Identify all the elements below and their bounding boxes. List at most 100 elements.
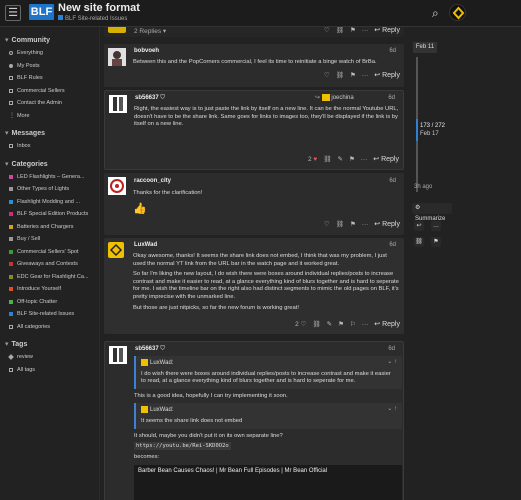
quote-text: I do wish there were boxes around indivi…	[141, 370, 391, 385]
flag-icon[interactable]: ⚑	[338, 320, 344, 328]
link-icon[interactable]: ⛓	[336, 27, 344, 34]
sidebar-all-tags[interactable]: All tags	[0, 364, 99, 377]
heart-icon[interactable]: ♡	[324, 27, 330, 34]
link-icon[interactable]: ⛓	[336, 71, 344, 79]
bookmark-icon[interactable]: ⚐	[350, 320, 356, 328]
user-avatar[interactable]	[108, 48, 126, 66]
post-actions: ♡ ⛓ ⚑ ··· ↩ Reply	[324, 27, 400, 34]
reply-button[interactable]: ↩ Reply	[374, 220, 400, 228]
video-title[interactable]: Barber Bean Causes Chaos! | Mr Bean Full…	[138, 468, 327, 474]
sidebar-category-batteries[interactable]: Batteries and Chargers	[0, 221, 99, 234]
sidebar-category-commercial-spot[interactable]: Commercial Sellers' Spot	[0, 246, 99, 259]
sidebar-category-other-lights[interactable]: Other Types of Lights	[0, 183, 99, 196]
bookmark-icon[interactable]: ⚑	[350, 27, 356, 34]
sidebar-item-commercial-sellers[interactable]: Commercial Sellers	[0, 85, 99, 98]
more-icon[interactable]: ···	[362, 321, 369, 328]
share-icon[interactable]: ⛓	[414, 237, 424, 247]
more-icon[interactable]: ···	[361, 156, 368, 163]
like-count[interactable]: 2 ♡	[295, 320, 306, 328]
quote-header[interactable]: LuxWad: ⌄ ↑	[141, 406, 397, 415]
quote-expand-icon[interactable]: ⌄ ↑	[387, 359, 397, 367]
reply-icon[interactable]: ↩	[414, 221, 424, 231]
reply-button[interactable]: ↩ Reply	[374, 27, 400, 34]
post-date[interactable]: 6d	[389, 178, 396, 184]
thumbs-up-emoji: 👍	[133, 203, 147, 215]
replies-toggle[interactable]: 2 Replies ▾	[134, 27, 166, 35]
edit-icon[interactable]: ✎	[327, 320, 332, 328]
sidebar-item-more[interactable]: ⋮ More	[0, 110, 99, 123]
quote-header[interactable]: LuxWad: ⌄ ↑	[141, 359, 397, 368]
sidebar-category-edc-gear[interactable]: EDC Gear for Flashlight Ca...	[0, 271, 99, 284]
reply-to[interactable]: ↪ joechina	[315, 94, 354, 101]
sidebar-all-categories[interactable]: All categories	[0, 321, 99, 334]
post-date[interactable]: 6d	[388, 95, 395, 101]
user-avatar[interactable]	[108, 27, 126, 33]
post-paragraph: So far I'm liking the new layout, I do w…	[133, 271, 399, 300]
post-author[interactable]: LuxWad	[134, 242, 157, 248]
topic-timeline: Feb 11 173 / 272 Feb 17 3h ago ⚙ Summari…	[411, 27, 521, 500]
sidebar-tag-review[interactable]: review	[0, 351, 99, 364]
link-icon[interactable]: ⛓	[312, 320, 320, 328]
post-date[interactable]: 6d	[389, 48, 396, 54]
sidebar-item-everything[interactable]: Everything	[0, 47, 99, 60]
more-icon[interactable]: …	[431, 221, 441, 231]
edit-icon[interactable]: ✎	[338, 155, 343, 163]
bookmark-icon[interactable]: ⚑	[349, 155, 355, 163]
sidebar-category-modding[interactable]: Flashlight Modding and ...	[0, 196, 99, 209]
link-icon[interactable]: ⛓	[323, 155, 331, 163]
sidebar-category-site-issues[interactable]: BLF Site-related Issues	[0, 308, 99, 321]
flag-icon[interactable]: ⚑	[431, 237, 441, 247]
timeline-start-date[interactable]: Feb 11	[413, 42, 437, 53]
sidebar-category-introduce[interactable]: Introduce Yourself	[0, 283, 99, 296]
post-bobvoeh: bobvoeh 6d Between this and the PopCorne…	[104, 44, 404, 87]
post-author[interactable]: sb56637 ⛉	[135, 346, 165, 353]
search-icon[interactable]: ⌕	[432, 6, 439, 21]
user-avatar[interactable]	[109, 346, 127, 364]
sidebar-category-special-edition[interactable]: BLF Special Edition Products	[0, 208, 99, 221]
post-author[interactable]: sb56637 ⛉	[135, 95, 165, 102]
user-avatar[interactable]	[108, 177, 126, 195]
sidebar-section-messages[interactable]: ▾ Messages	[0, 128, 99, 140]
post-date[interactable]: 6d	[389, 242, 396, 248]
quote-expand-icon[interactable]: ⌄ ↑	[387, 406, 397, 414]
sidebar-section-community[interactable]: ▾ Community	[0, 35, 99, 47]
sidebar-section-categories[interactable]: ▾ Categories	[0, 159, 99, 171]
sidebar-category-led-flashlights[interactable]: LED Flashlights – Genera...	[0, 171, 99, 184]
link-icon[interactable]: ⛓	[336, 220, 344, 228]
sidebar-category-off-topic[interactable]: Off-topic Chatter	[0, 296, 99, 309]
heart-icon[interactable]: ♡	[324, 71, 330, 79]
sidebar: ▾ Community Everything My Posts BLF Rules…	[0, 27, 100, 500]
user-avatar[interactable]	[109, 95, 127, 113]
sidebar-section-tags[interactable]: ▾ Tags	[0, 339, 99, 351]
post-date[interactable]: 6d	[388, 346, 395, 352]
like-count[interactable]: 2 ♥	[308, 156, 317, 163]
video-embed[interactable]: Barber Bean Causes Chaos! | Mr Bean Full…	[134, 464, 402, 500]
sidebar-item-blf-rules[interactable]: BLF Rules	[0, 72, 99, 85]
bookmark-icon[interactable]: ⚑	[350, 220, 356, 228]
reply-button[interactable]: ↩ Reply	[373, 155, 399, 163]
user-avatar-icon[interactable]	[449, 4, 466, 21]
sidebar-item-inbox[interactable]: Inbox	[0, 140, 99, 153]
reply-button[interactable]: ↩ Reply	[374, 320, 400, 328]
heart-icon[interactable]: ♡	[324, 220, 330, 228]
menu-icon[interactable]: ☰	[5, 5, 21, 21]
post-author[interactable]: raccoon_city	[134, 178, 171, 184]
sidebar-category-giveaways[interactable]: Giveaways and Contests	[0, 258, 99, 271]
topic-category[interactable]: BLF Site-related Issues	[58, 15, 127, 22]
more-icon[interactable]: ···	[362, 72, 369, 79]
user-avatar[interactable]	[108, 242, 124, 258]
post-paragraph: It should, maybe you didn't put it on it…	[134, 432, 283, 439]
post-author[interactable]: bobvoeh	[134, 48, 159, 54]
timeline-end-date[interactable]: 3h ago	[414, 184, 432, 190]
summarize-button[interactable]: ⚙ Summarize	[412, 203, 452, 222]
sidebar-item-my-posts[interactable]: My Posts	[0, 60, 99, 73]
sidebar-item-contact-admin[interactable]: Contact the Admin	[0, 97, 99, 110]
timeline-handle[interactable]	[416, 119, 418, 141]
bookmark-icon[interactable]: ⚑	[350, 71, 356, 79]
topic-title[interactable]: New site format	[58, 2, 140, 14]
reply-button[interactable]: ↩ Reply	[374, 71, 400, 79]
more-icon[interactable]: ···	[362, 221, 369, 228]
more-icon[interactable]: ···	[362, 27, 369, 34]
site-logo[interactable]: BLF	[29, 4, 54, 20]
sidebar-category-buy-sell[interactable]: Buy / Sell	[0, 233, 99, 246]
